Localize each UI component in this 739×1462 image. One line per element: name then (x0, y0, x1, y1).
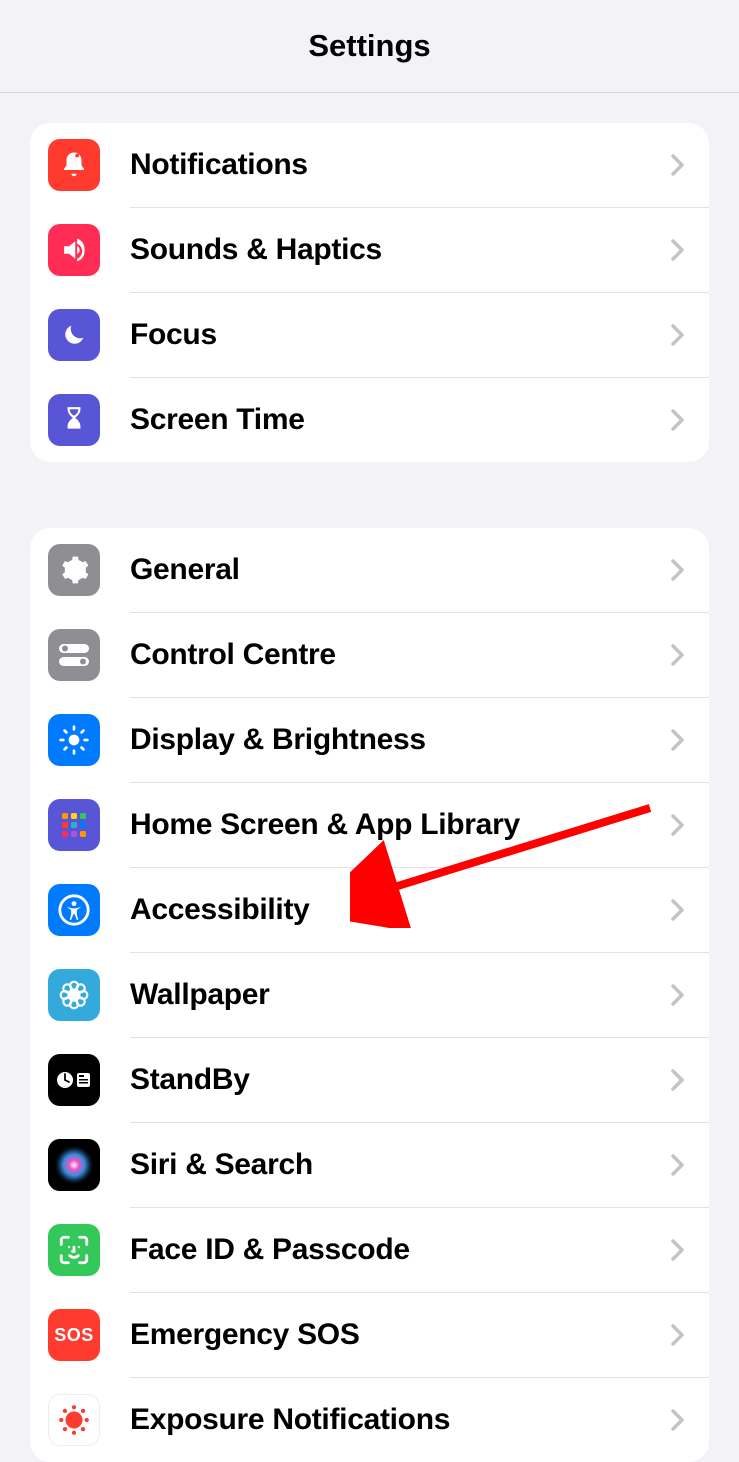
sounds-row[interactable]: Sounds & Haptics (30, 208, 709, 292)
display-row[interactable]: Display & Brightness (30, 698, 709, 782)
display-label: Display & Brightness (130, 723, 671, 757)
gear-icon (48, 544, 100, 596)
chevron-right-icon (671, 1154, 685, 1176)
bell-icon (48, 139, 100, 191)
chevron-right-icon (671, 814, 685, 836)
chevron-right-icon (671, 559, 685, 581)
virus-icon (48, 1394, 100, 1446)
focus-label: Focus (130, 318, 671, 352)
settings-group-2: General Control Centre Display & Brightn… (30, 528, 709, 1462)
chevron-right-icon (671, 1069, 685, 1091)
home-screen-row[interactable]: Home Screen & App Library (30, 783, 709, 867)
siri-label: Siri & Search (130, 1148, 671, 1182)
exposure-row[interactable]: Exposure Notifications (30, 1378, 709, 1462)
focus-row[interactable]: Focus (30, 293, 709, 377)
standby-row[interactable]: StandBy (30, 1038, 709, 1122)
screentime-row[interactable]: Screen Time (30, 378, 709, 462)
person-circle-icon (48, 884, 100, 936)
face-icon (48, 1224, 100, 1276)
control-centre-row[interactable]: Control Centre (30, 613, 709, 697)
grid-icon (48, 799, 100, 851)
chevron-right-icon (671, 1324, 685, 1346)
switches-icon (48, 629, 100, 681)
flower-icon (48, 969, 100, 1021)
faceid-row[interactable]: Face ID & Passcode (30, 1208, 709, 1292)
siri-icon (48, 1139, 100, 1191)
settings-group-1: Notifications Sounds & Haptics Focus Scr… (30, 123, 709, 462)
siri-row[interactable]: Siri & Search (30, 1123, 709, 1207)
page-title: Settings (308, 28, 430, 64)
header: Settings (0, 0, 739, 93)
chevron-right-icon (671, 1409, 685, 1431)
accessibility-row[interactable]: Accessibility (30, 868, 709, 952)
wallpaper-row[interactable]: Wallpaper (30, 953, 709, 1037)
hourglass-icon (48, 394, 100, 446)
accessibility-label: Accessibility (130, 893, 671, 927)
sos-icon: SOS (48, 1309, 100, 1361)
chevron-right-icon (671, 899, 685, 921)
notifications-label: Notifications (130, 148, 671, 182)
speaker-icon (48, 224, 100, 276)
standby-label: StandBy (130, 1063, 671, 1097)
sun-icon (48, 714, 100, 766)
sounds-label: Sounds & Haptics (130, 233, 671, 267)
clock-card-icon (48, 1054, 100, 1106)
control-centre-label: Control Centre (130, 638, 671, 672)
moon-icon (48, 309, 100, 361)
screentime-label: Screen Time (130, 403, 671, 437)
chevron-right-icon (671, 409, 685, 431)
settings-content: Notifications Sounds & Haptics Focus Scr… (0, 93, 739, 1462)
home-screen-label: Home Screen & App Library (130, 808, 671, 842)
chevron-right-icon (671, 984, 685, 1006)
chevron-right-icon (671, 324, 685, 346)
exposure-label: Exposure Notifications (130, 1403, 671, 1437)
notifications-row[interactable]: Notifications (30, 123, 709, 207)
chevron-right-icon (671, 239, 685, 261)
general-row[interactable]: General (30, 528, 709, 612)
general-label: General (130, 553, 671, 587)
wallpaper-label: Wallpaper (130, 978, 671, 1012)
sos-row[interactable]: SOS Emergency SOS (30, 1293, 709, 1377)
chevron-right-icon (671, 729, 685, 751)
chevron-right-icon (671, 644, 685, 666)
sos-label: Emergency SOS (130, 1318, 671, 1352)
faceid-label: Face ID & Passcode (130, 1233, 671, 1267)
chevron-right-icon (671, 1239, 685, 1261)
chevron-right-icon (671, 154, 685, 176)
